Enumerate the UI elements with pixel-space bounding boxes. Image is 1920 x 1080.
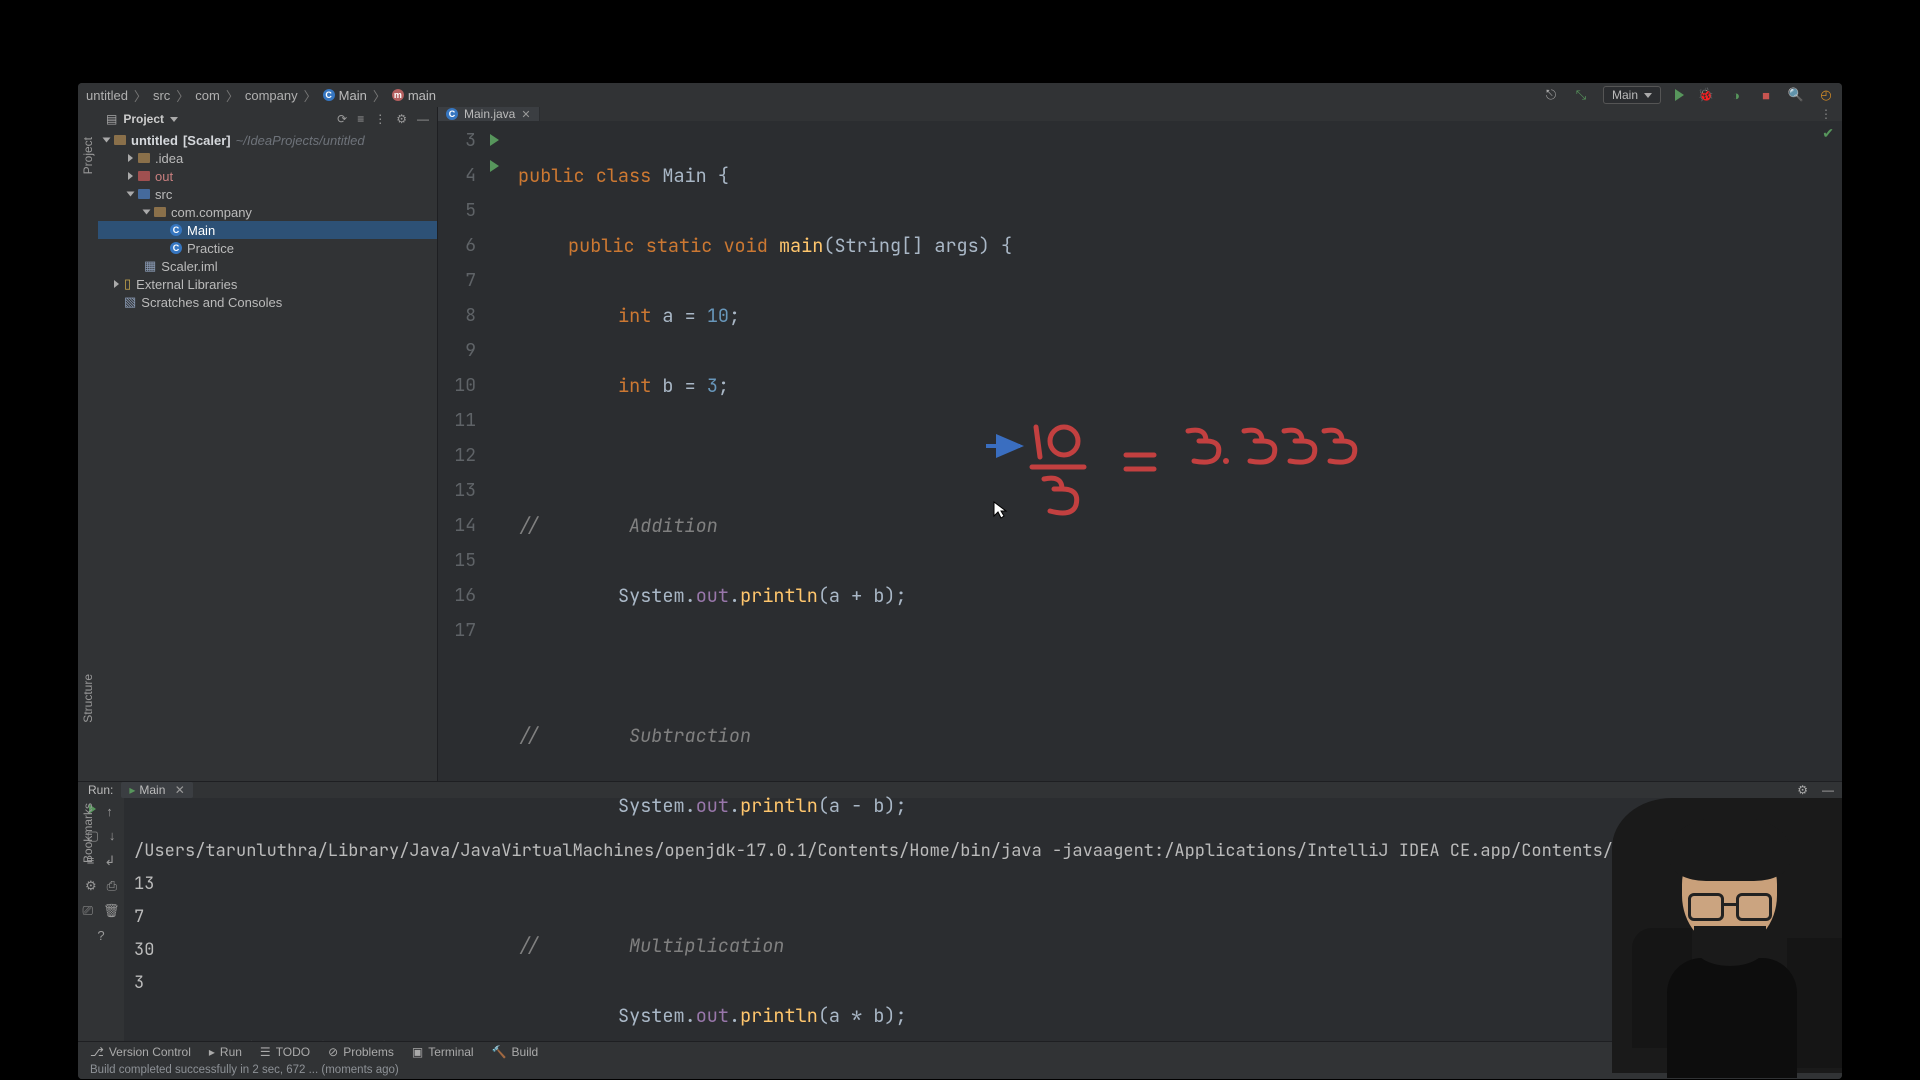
inspection-ok-icon[interactable]: ✔: [1822, 125, 1834, 142]
hide-icon[interactable]: —: [417, 112, 429, 126]
run-config-selector[interactable]: Main: [1603, 86, 1661, 104]
run-config-label: Main: [1612, 88, 1638, 102]
folder-icon: [138, 171, 150, 181]
breadcrumb-item[interactable]: com: [195, 88, 220, 103]
tree-external-libraries[interactable]: ▯ External Libraries: [98, 275, 437, 293]
tree-node-package[interactable]: com.company: [98, 203, 437, 221]
chevron-down-icon: [127, 192, 135, 197]
close-icon[interactable]: ✕: [521, 108, 530, 121]
soft-wrap-icon[interactable]: ↲: [104, 853, 115, 869]
version-control-tab[interactable]: ⎇ Version Control: [90, 1045, 191, 1059]
editor-tabs: C Main.java ✕ ⋮: [438, 107, 1842, 121]
navigation-bar: untitled〉 src〉 com〉 company〉 CMain〉 mmai…: [78, 83, 1842, 107]
left-tool-rail: Project Structure Bookmarks: [78, 107, 98, 781]
up-icon[interactable]: ↑: [106, 804, 113, 819]
breadcrumb-class[interactable]: CMain: [323, 88, 367, 103]
chevron-down-icon: [1644, 93, 1652, 98]
line-numbers: 345 678 91011 121314 151617: [438, 121, 486, 1079]
help-icon[interactable]: ?: [97, 928, 104, 943]
trash-icon[interactable]: 🗑: [103, 903, 120, 919]
project-header-tools: ⟳ ≡ ⋮ ⚙ —: [337, 112, 429, 126]
debug-button[interactable]: 🐞: [1698, 87, 1714, 103]
project-tree[interactable]: untitled [Scaler] ~/IdeaProjects/untitle…: [98, 131, 437, 781]
status-message: Build completed successfully in 2 sec, 6…: [90, 1064, 399, 1076]
breadcrumb-method[interactable]: mmain: [392, 88, 436, 103]
chevron-right-icon: [128, 172, 133, 180]
project-tool-tab[interactable]: Project: [81, 137, 95, 174]
tree-scratches[interactable]: ▧ Scratches and Consoles: [98, 293, 437, 311]
run-tab[interactable]: ▸ Run: [209, 1045, 242, 1059]
folder-icon: [138, 153, 150, 163]
chevron-right-icon: [114, 280, 119, 288]
webcam-overlay: [1612, 798, 1842, 1073]
tree-root[interactable]: untitled [Scaler] ~/IdeaProjects/untitle…: [98, 131, 437, 149]
class-icon: C: [170, 242, 182, 254]
build-icon[interactable]: ⤡: [1573, 87, 1589, 103]
chevron-down-icon[interactable]: [170, 117, 178, 122]
run-label: Run:: [88, 783, 113, 797]
settings-icon[interactable]: ⚙: [85, 878, 97, 894]
class-icon: C: [170, 224, 182, 236]
settings-icon[interactable]: ⚙: [396, 112, 407, 126]
tree-node-src[interactable]: src: [98, 185, 437, 203]
bookmarks-tool-tab[interactable]: Bookmarks: [81, 803, 95, 863]
updates-icon[interactable]: ◴: [1818, 87, 1834, 103]
todo-tab[interactable]: ☰ TODO: [260, 1045, 310, 1059]
tree-file-iml[interactable]: ▦ Scaler.iml: [98, 257, 437, 275]
class-icon: C: [446, 108, 458, 120]
add-config-icon[interactable]: ⎋: [1543, 87, 1559, 103]
close-icon[interactable]: ✕: [175, 783, 185, 797]
project-header: ▤ Project ⟳ ≡ ⋮ ⚙ —: [98, 107, 437, 131]
run-config-tab[interactable]: ▸Main ✕: [121, 782, 192, 798]
folder-icon: [138, 189, 150, 199]
structure-tool-tab[interactable]: Structure: [81, 674, 95, 723]
search-icon[interactable]: 🔍: [1788, 87, 1804, 103]
breadcrumb-item[interactable]: company: [245, 88, 298, 103]
run-with-coverage-button[interactable]: ◑: [1728, 87, 1744, 103]
method-icon: m: [392, 89, 404, 101]
package-icon: [154, 207, 166, 217]
chevron-down-icon: [103, 138, 111, 143]
run-line-icon[interactable]: [490, 160, 499, 172]
tab-label: Main.java: [464, 107, 515, 121]
pin-icon[interactable]: ⎚: [83, 903, 93, 919]
tree-node-out[interactable]: out: [98, 167, 437, 185]
stop-button[interactable]: ■: [1758, 87, 1774, 103]
chevron-down-icon: [143, 210, 151, 215]
problems-tab[interactable]: ⊘ Problems: [328, 1045, 394, 1059]
project-tool-window: ▤ Project ⟳ ≡ ⋮ ⚙ — untitled [Scaler] ~/: [98, 107, 438, 781]
print-icon[interactable]: ⎙: [107, 878, 117, 894]
folder-icon: [114, 135, 126, 145]
run-line-icon[interactable]: [490, 134, 499, 146]
collapse-all-icon[interactable]: ⋮: [374, 112, 386, 126]
project-title: Project: [123, 112, 164, 126]
breadcrumb-item[interactable]: untitled: [86, 88, 128, 103]
select-opened-file-icon[interactable]: ⟳: [337, 112, 347, 126]
expand-all-icon[interactable]: ≡: [357, 112, 364, 126]
breadcrumb-item[interactable]: src: [153, 88, 170, 103]
tree-file-main[interactable]: C Main: [98, 221, 437, 239]
down-icon[interactable]: ↓: [109, 828, 116, 844]
tree-node-idea[interactable]: .idea: [98, 149, 437, 167]
class-icon: C: [323, 89, 335, 101]
chevron-right-icon: [128, 154, 133, 162]
tab-actions-icon[interactable]: ⋮: [1820, 107, 1832, 121]
run-gutter: [486, 121, 512, 1079]
editor: C Main.java ✕ ⋮ ✔ 345 678 91011 121314 1…: [438, 107, 1842, 781]
tree-file-practice[interactable]: C Practice: [98, 239, 437, 257]
run-button[interactable]: [1675, 89, 1684, 101]
editor-tab[interactable]: C Main.java ✕: [438, 107, 540, 121]
